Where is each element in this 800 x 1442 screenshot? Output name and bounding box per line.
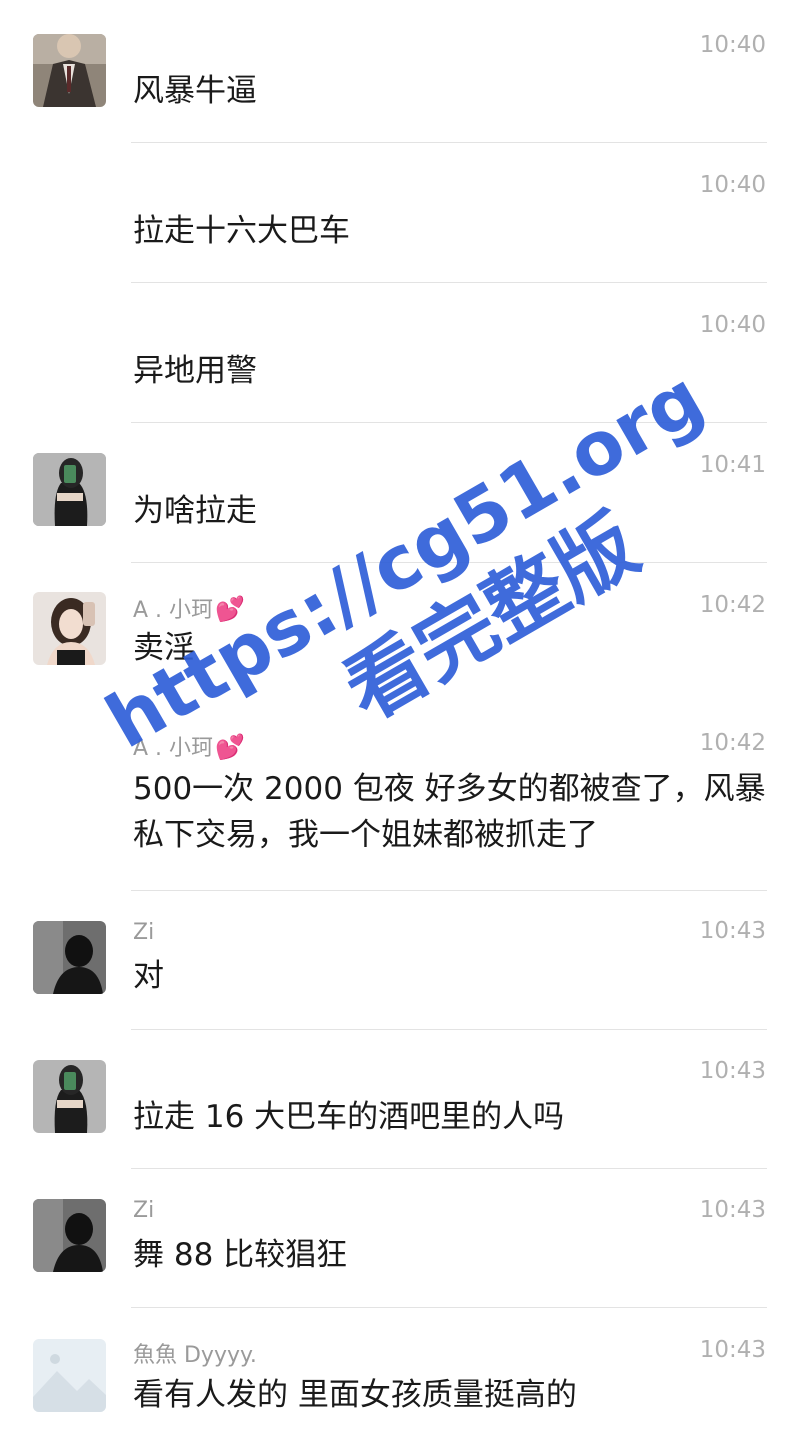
message-time: 10:40 [699, 312, 766, 338]
message-time: 10:42 [699, 592, 766, 618]
message-text: 异地用警 [133, 353, 257, 389]
message-time: 10:40 [699, 32, 766, 58]
message-text: 看有人发的 里面女孩质量挺高的 [133, 1377, 577, 1413]
message-time: 10:43 [699, 1337, 766, 1363]
heart-emoji-icon: 💕 [215, 733, 245, 761]
message-row[interactable]: A . 小珂💕 10:42 500一次 2000 包夜 好多女的都被查了，风暴私… [0, 702, 800, 891]
message-row[interactable]: Zi 10:43 舞 88 比较猖狂 [0, 1168, 800, 1308]
message-text: 为啥拉走 [133, 493, 257, 529]
avatar-dark-man[interactable] [33, 1199, 106, 1272]
message-time: 10:43 [699, 1197, 766, 1223]
avatar-dark-man[interactable] [33, 921, 106, 994]
sender-name: A . 小珂💕 [133, 733, 245, 761]
message-row[interactable]: 10:40 风暴牛逼 [0, 0, 800, 143]
avatar-woman-phone[interactable] [33, 453, 106, 526]
message-text: 舞 88 比较猖狂 [133, 1237, 348, 1273]
message-text: 拉走 16 大巴车的酒吧里的人吗 [133, 1099, 565, 1135]
message-text: 卖淫 [133, 630, 195, 666]
sender-name: Zi [133, 920, 155, 945]
message-text: 风暴牛逼 [133, 73, 257, 109]
message-text: 拉走十六大巴车 [133, 213, 350, 249]
sender-name: Zi [133, 1198, 155, 1223]
avatar-woman-selfie[interactable] [33, 592, 106, 665]
message-row[interactable]: 10:40 拉走十六大巴车 [0, 142, 800, 283]
message-time: 10:41 [699, 452, 766, 478]
message-row[interactable]: 10:43 拉走 16 大巴车的酒吧里的人吗 [0, 1029, 800, 1169]
chat-message-list[interactable]: 10:40 风暴牛逼 10:40 拉走十六大巴车 10:40 异地用警 10:4… [0, 0, 800, 1442]
heart-emoji-icon: 💕 [215, 595, 245, 623]
message-row[interactable]: 10:41 为啥拉走 [0, 422, 800, 563]
avatar-man-suit[interactable] [33, 34, 106, 107]
message-text: 对 [133, 958, 164, 994]
avatar-landscape[interactable] [33, 1339, 106, 1412]
sender-name: A . 小珂💕 [133, 595, 245, 623]
message-time: 10:40 [699, 172, 766, 198]
message-time: 10:42 [699, 730, 766, 756]
message-time: 10:43 [699, 1058, 766, 1084]
message-row[interactable]: 魚魚 Dyyyy. 10:43 看有人发的 里面女孩质量挺高的 [0, 1307, 800, 1442]
message-time: 10:43 [699, 918, 766, 944]
avatar-woman-phone[interactable] [33, 1060, 106, 1133]
sender-name: 魚魚 Dyyyy. [133, 1343, 257, 1368]
message-row[interactable]: Zi 10:43 对 [0, 890, 800, 1030]
message-row[interactable]: 10:40 异地用警 [0, 282, 800, 423]
message-row[interactable]: A . 小珂💕 10:42 卖淫 [0, 562, 800, 702]
message-text: 500一次 2000 包夜 好多女的都被查了，风暴私下交易，我一个姐妹都被抓走了 [133, 771, 766, 853]
